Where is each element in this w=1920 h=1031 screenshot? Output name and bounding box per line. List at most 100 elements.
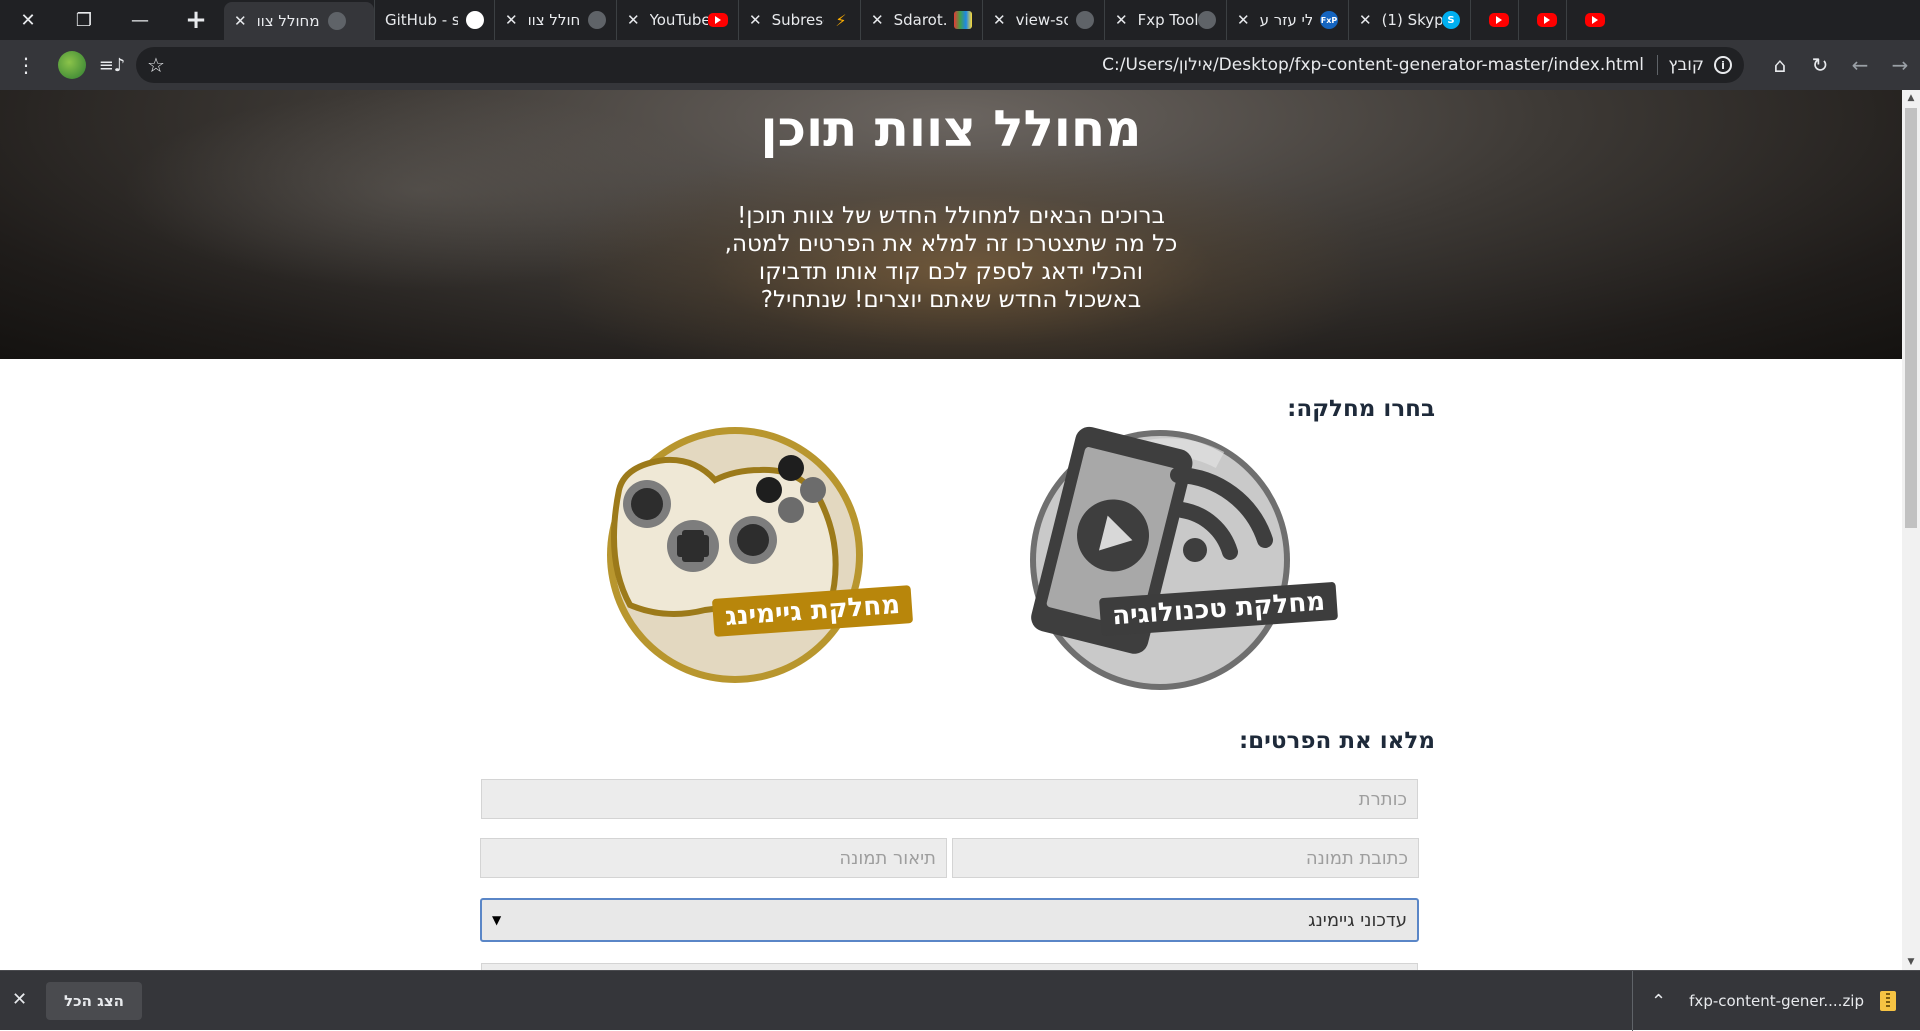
tab-title: YouTube [649,11,708,29]
tab-title: view-sourc [1015,11,1068,29]
tab-view-source[interactable]: ✕ view-sourc [982,0,1104,40]
menu-button[interactable]: ⋮ [0,45,52,85]
reload-button[interactable]: ↻ [1800,45,1840,85]
media-control-button[interactable]: ≡♪ [92,45,132,85]
playlist-icon: ≡♪ [98,54,126,76]
new-tab-button[interactable]: + [168,0,224,40]
image-url-input[interactable]: כתובת תמונה [952,838,1419,878]
minimize-window-button[interactable]: — [112,0,168,40]
close-window-button[interactable]: ✕ [0,0,56,40]
gaming-department-option[interactable]: מחלקת גיימינג [585,420,914,690]
close-icon[interactable]: ✕ [1115,11,1128,29]
extension-icon [58,51,86,79]
tab-youtube-pinned-1[interactable] [1470,0,1518,40]
back-button[interactable]: → [1880,45,1920,85]
close-icon[interactable]: ✕ [234,12,247,30]
close-icon: ✕ [20,9,36,31]
tab-youtube[interactable]: ✕ YouTube [616,0,738,40]
page-title: מחולל צוות תוכן [760,100,1142,158]
tab-strip: ✕ ❐ — + ✕ מחולל צוו GitHub - s ✕ מחולל צ… [0,0,1920,40]
scroll-thumb[interactable] [1905,108,1917,528]
github-icon [466,11,484,29]
nav-buttons: ⌂ ↻ ← → [1760,45,1920,85]
department-heading: בחרו מחלקה: [1287,396,1435,422]
skype-icon: S [1442,11,1460,29]
close-icon[interactable]: ✕ [505,11,518,29]
youtube-icon [1489,13,1509,27]
address-separator [1657,55,1658,75]
tab-skype[interactable]: ✕ (1) Skype S [1348,0,1470,40]
plus-icon: + [185,5,207,35]
close-icon[interactable]: ✕ [627,11,640,29]
close-download-bar-icon[interactable]: ✕ [12,989,27,1010]
restore-window-button[interactable]: ❐ [56,0,112,40]
tab-title: (1) Skype [1381,11,1442,29]
reload-icon: ↻ [1811,53,1829,77]
tab-title: מחולל צוו [527,11,580,29]
page-viewport: מחולל צוות תוכן ברוכים הבאים למחולל החדש… [0,90,1902,970]
title-input[interactable]: כותרת [481,779,1418,819]
kebab-menu-icon: ⋮ [16,53,36,77]
forward-button[interactable]: ← [1840,45,1880,85]
tab-title: Fxp Tool [1137,11,1198,29]
scroll-down-arrow-icon[interactable]: ▼ [1902,954,1920,970]
youtube-icon [1585,13,1605,27]
show-all-downloads-button[interactable]: הצג הכל [46,982,142,1020]
info-icon[interactable]: i [1714,56,1732,74]
download-bar: ✕ הצג הכל ⌃ fxp-content-gener....zip [0,970,1920,1031]
tab-github[interactable]: GitHub - s [374,0,494,40]
intro-line: והכלי ידאג לספק לכם קוד אותו תדביקו [758,259,1144,285]
globe-icon [327,12,346,30]
download-file-name: fxp-content-gener....zip [1689,992,1864,1010]
intro-line: באשכול החדש שאתם יוצרים! שנתחיל? [760,287,1142,313]
zip-file-icon [1880,991,1896,1011]
home-button[interactable]: ⌂ [1760,45,1800,85]
gaming-department-icon [607,427,863,683]
globe-icon [1198,11,1216,29]
close-icon[interactable]: ✕ [1359,11,1372,29]
technology-department-option[interactable]: מחלקת טכנולוגיה [1020,420,1339,690]
globe-icon [1076,11,1094,29]
close-icon[interactable]: ✕ [749,11,762,29]
close-icon[interactable]: ✕ [871,11,884,29]
intro-line: כל מה שתצטרכו זה למלא את הפרטים למטה, [724,231,1178,257]
tab-title: GitHub - s [385,11,458,29]
bookmark-star-icon[interactable]: ☆ [136,53,176,77]
chevron-up-icon[interactable]: ⌃ [1651,991,1666,1012]
address-bar[interactable]: ☆ C:/Users/אילון/Desktop/fxp-content-gen… [136,47,1744,83]
tab-title: Subresour [771,11,824,29]
close-icon[interactable]: ✕ [1237,11,1250,29]
dropdown-arrow-icon: ▼ [492,913,502,927]
browser-toolbar: ⋮ ≡♪ ☆ C:/Users/אילון/Desktop/fxp-conten… [0,40,1920,90]
extension-button[interactable] [52,45,92,85]
tab-content-generator[interactable]: ✕ מחולל צוו [494,0,616,40]
tab-subresource[interactable]: ✕ Subresour ⚡ [738,0,860,40]
image-description-input[interactable]: תיאור תמונה [480,838,947,878]
page-scrollbar[interactable]: ▲ ▼ [1902,90,1920,970]
tab-helper-tool[interactable]: ✕ כלי עזר ע FxP [1226,0,1348,40]
next-input-partial[interactable] [481,963,1418,970]
youtube-icon [708,13,728,27]
tab-fxp-tool[interactable]: ✕ Fxp Tool [1104,0,1226,40]
arrow-left-icon: ← [1851,53,1869,77]
category-select[interactable]: עדכוני גיימינג ▼ [480,898,1419,942]
address-url[interactable]: C:/Users/אילון/Desktop/fxp-content-gener… [1102,55,1644,75]
tv-icon [954,11,972,29]
tab-content-generator-active[interactable]: ✕ מחולל צוו [224,2,374,40]
restore-icon: ❐ [75,9,93,31]
hero-banner: מחולל צוות תוכן ברוכים הבאים למחולל החדש… [0,90,1902,359]
tab-youtube-pinned-3[interactable] [1566,0,1614,40]
intro-text: ברוכים הבאים למחולל החדש של צוות תוכן! כ… [0,202,1902,314]
home-icon: ⌂ [1773,53,1787,77]
minimize-icon: — [131,9,149,31]
tab-title: מחולל צוו [256,12,320,30]
tab-sdarot[interactable]: ✕ Sdarot.TV [860,0,982,40]
close-icon[interactable]: ✕ [993,11,1006,29]
intro-line: ברוכים הבאים למחולל החדש של צוות תוכן! [737,203,1165,229]
address-scheme-label: קובץ [1668,55,1704,75]
scroll-up-arrow-icon[interactable]: ▲ [1902,90,1920,106]
tab-title: Sdarot.TV [893,11,946,29]
download-item[interactable]: ⌃ fxp-content-gener....zip [1632,971,1920,1031]
bolt-icon: ⚡ [835,10,847,30]
tab-youtube-pinned-2[interactable] [1518,0,1566,40]
